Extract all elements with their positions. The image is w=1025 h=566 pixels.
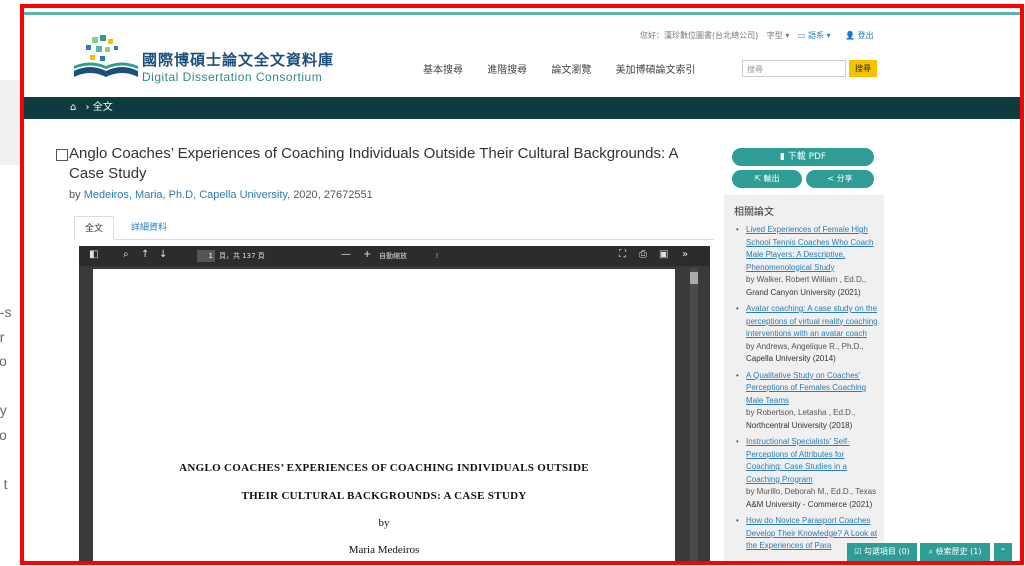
- by-label: by: [69, 189, 81, 201]
- download-pdf-button[interactable]: ▮ 下載 PDF: [732, 148, 874, 166]
- checked-items-button[interactable]: ☑ 勾選項目 (0): [847, 543, 917, 561]
- related-item: Instructional Specialists' Self-Percepti…: [734, 436, 878, 511]
- related-link[interactable]: Instructional Specialists' Self-Percepti…: [746, 436, 878, 486]
- related-author: by Robertson, Letasha , Ed.D.,: [746, 408, 856, 417]
- related-university: Northcentral University (2018): [746, 420, 853, 430]
- site-header: 國際博碩士論文全文資料庫 Digital Dissertation Consor…: [24, 15, 1020, 97]
- back-to-top-button[interactable]: ⌃: [994, 543, 1012, 561]
- zoom-out-icon[interactable]: —: [341, 249, 351, 260]
- user-info-bar: 您好：漢珍數位圖書(台北總公司) 字型 ▾ ▭ 語系 ▾ 👤 登出: [640, 30, 886, 41]
- related-author: by Murillo, Deborah M., Ed.D., Texas: [746, 487, 877, 496]
- pdf-author-line: Maria Medeiros: [348, 544, 420, 556]
- related-papers-panel: 相關論文 Lived Experiences of Female High Sc…: [724, 195, 884, 561]
- document-title: Anglo Coaches’ Experiences of Coaching I…: [69, 145, 678, 182]
- share-label: 分享: [836, 174, 853, 183]
- related-author: by Andrews, Angelique R., Ph.D.,: [746, 341, 864, 351]
- print-icon[interactable]: ⎙: [639, 249, 647, 260]
- export-label: 輸出: [763, 174, 780, 183]
- zoom-select-label: 自動縮放: [379, 252, 407, 260]
- page-number-input[interactable]: 1: [197, 250, 215, 262]
- university-link[interactable]: Capella University,: [199, 189, 290, 201]
- related-link[interactable]: Avatar coaching: A case study on the per…: [746, 303, 878, 341]
- main-nav: 基本搜尋 進階搜尋 論文瀏覽 美加博碩論文索引: [423, 61, 717, 76]
- export-button[interactable]: ⇱ 輸出: [732, 170, 802, 188]
- related-link[interactable]: Lived Experiences of Female High School …: [746, 224, 878, 274]
- document-tabs: 全文 詳細資料: [74, 216, 714, 240]
- related-link[interactable]: A Qualitative Study on Coaches' Percepti…: [746, 370, 878, 408]
- zoom-select[interactable]: 自動縮放 ⁞: [379, 251, 438, 261]
- related-university: Grand Canyon University (2021): [746, 287, 861, 297]
- language-menu[interactable]: ▭ 語系 ▾: [798, 31, 837, 40]
- pdf-scroll-thumb[interactable]: [690, 272, 698, 284]
- pdf-title-line-2: THEIR CULTURAL BACKGROUNDS: A CASE STUDY: [241, 490, 527, 502]
- prev-page-icon[interactable]: ↑: [141, 249, 149, 260]
- nav-basic-search[interactable]: 基本搜尋: [423, 65, 463, 76]
- page-content: 國際博碩士論文全文資料庫 Digital Dissertation Consor…: [24, 8, 1020, 561]
- author-link[interactable]: Medeiros, Maria, Ph.D,: [84, 189, 196, 201]
- nav-advanced-search[interactable]: 進階搜尋: [487, 65, 527, 76]
- logout-label: 登出: [857, 31, 874, 40]
- more-tools-icon[interactable]: »: [682, 249, 688, 260]
- select-checkbox[interactable]: [56, 149, 68, 161]
- page-count: 頁，共 137 頁: [219, 252, 265, 260]
- download-icon[interactable]: ▣: [659, 249, 668, 260]
- pdf-viewer: ◧ ⌕ ↑ ↓ 1 頁，共 137 頁 — + 自動縮放 ⁞ ⛶ ⎙ ▣ » A…: [79, 246, 710, 561]
- download-pdf-label: 下載 PDF: [787, 152, 827, 162]
- tab-fulltext[interactable]: 全文: [74, 216, 114, 240]
- language-menu-label: 語系 ▾: [808, 31, 831, 40]
- breadcrumb-current: 全文: [92, 102, 113, 113]
- related-university: Capella University (2014): [746, 354, 836, 363]
- related-item: A Qualitative Study on Coaches' Percepti…: [734, 370, 878, 433]
- share-button[interactable]: < 分享: [806, 170, 874, 188]
- search-history-button[interactable]: ⌕ 檢索歷史 (1): [920, 543, 990, 561]
- breadcrumb: ⌂ › 全文: [24, 97, 1020, 119]
- pdf-page: ANGLO COACHES’ EXPERIENCES OF COACHING I…: [93, 269, 675, 561]
- nav-browse[interactable]: 論文瀏覽: [551, 65, 591, 76]
- tab-details[interactable]: 詳細資料: [124, 216, 174, 240]
- document-byline: by Medeiros, Maria, Ph.D, Capella Univer…: [69, 189, 373, 201]
- search-icon[interactable]: ⌕: [123, 249, 129, 260]
- checked-items-label: 勾選項目 (0): [863, 547, 910, 556]
- related-university: A&M University - Commerce (2021): [746, 499, 873, 509]
- breadcrumb-separator: ›: [85, 102, 90, 113]
- pdf-scrollbar[interactable]: [690, 268, 698, 561]
- font-size-menu[interactable]: 字型 ▾: [767, 31, 790, 40]
- pdf-toolbar: ◧ ⌕ ↑ ↓ 1 頁，共 137 頁 — + 自動縮放 ⁞ ⛶ ⎙ ▣ »: [79, 246, 710, 266]
- site-title[interactable]: 國際博碩士論文全文資料庫: [142, 49, 334, 70]
- search-button[interactable]: 搜尋: [849, 60, 877, 77]
- related-papers-title: 相關論文: [734, 207, 774, 218]
- highlight-frame: 國際博碩士論文全文資料庫 Digital Dissertation Consor…: [20, 4, 1024, 565]
- pdf-by-line: by: [378, 517, 390, 529]
- fullscreen-icon[interactable]: ⛶: [619, 249, 626, 260]
- search-history-label: 檢索歷史 (1): [935, 547, 982, 556]
- background-strip: [0, 80, 20, 165]
- search-input[interactable]: 搜尋: [742, 60, 846, 77]
- site-subtitle[interactable]: Digital Dissertation Consortium: [142, 70, 322, 84]
- next-page-icon[interactable]: ↓: [159, 249, 167, 260]
- related-item: Avatar coaching: A case study on the per…: [734, 303, 878, 366]
- pdf-title-line-1: ANGLO COACHES’ EXPERIENCES OF COACHING I…: [179, 462, 589, 474]
- byline-rest: 2020, 27672551: [293, 189, 373, 201]
- logo-icon[interactable]: [70, 33, 140, 83]
- zoom-in-icon[interactable]: +: [363, 249, 371, 260]
- sidebar-toggle-icon[interactable]: ◧: [89, 249, 98, 260]
- home-icon[interactable]: ⌂: [70, 97, 76, 119]
- background-text: n-s ar co g ny co e e t l: [0, 304, 12, 493]
- related-author: by Walker, Robert William , Ed.D.,: [746, 275, 867, 284]
- greeting-text: 您好：漢珍數位圖書(台北總公司): [640, 31, 759, 40]
- related-item: Lived Experiences of Female High School …: [734, 224, 878, 299]
- nav-pqdt-index[interactable]: 美加博碩論文索引: [616, 65, 696, 76]
- logout-link[interactable]: 👤 登出: [845, 31, 880, 40]
